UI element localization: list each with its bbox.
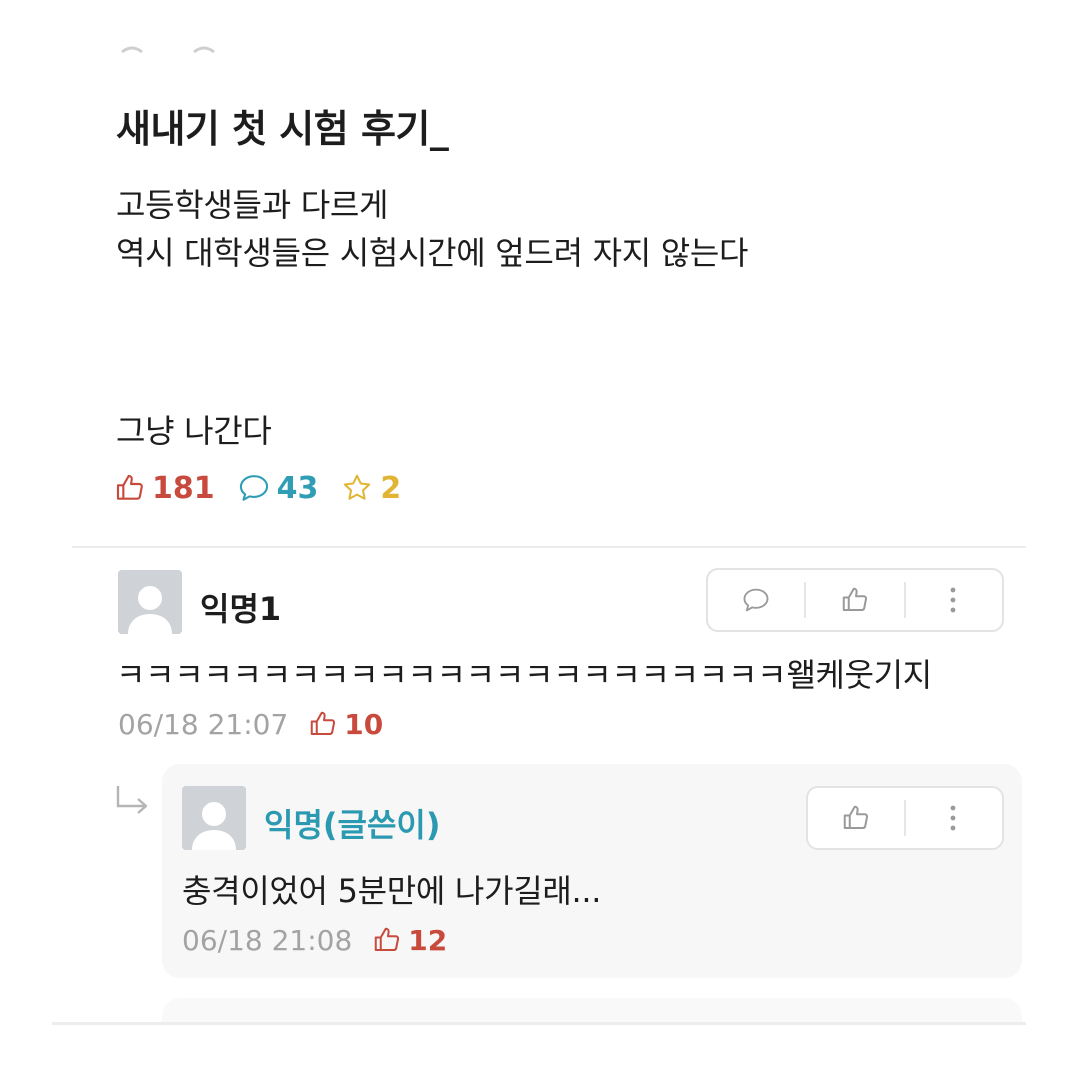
reply-button[interactable] [708,570,804,630]
reply-meta: 06/18 21:08 12 [182,920,447,960]
comment-actions [706,568,1004,632]
post-like-count: 181 [114,471,215,506]
reply-author: 익명(글쓴이) [264,806,441,844]
post-title: 새내기 첫 시험 후기_ [116,107,449,151]
reply-like-count: 12 [372,924,447,957]
thumbs-up-icon [375,927,400,951]
post-scrap-count: 2 [340,471,401,506]
comment-meta: 06/18 21:07 10 [118,704,383,744]
thumbs-up-icon [311,711,336,735]
default-avatar-icon [182,786,246,850]
post-stats: 181 43 2 [114,468,423,508]
comment-author: 익명1 [200,590,282,628]
speech-bubble-icon [743,588,769,612]
thumbs-up-icon [843,805,869,829]
reply-text: 충격이었어 5분만에 나가길래... [182,872,602,910]
thumbs-up-icon [116,474,143,500]
more-options-button[interactable] [906,788,1000,848]
comment-like-count: 10 [308,708,383,741]
more-vertical-icon [950,805,956,831]
star-icon [344,474,371,500]
post-scrap-number: 2 [380,470,402,506]
comment-time: 06/18 21:07 [118,707,289,741]
like-comment-button[interactable] [806,570,904,630]
cropped-header-remnant [121,46,215,54]
avatar [118,570,182,634]
reply-arrow-icon [116,786,148,814]
comment-like-number: 10 [344,707,384,741]
post-like-number: 181 [152,470,215,506]
comment-text: ㅋㅋㅋㅋㅋㅋㅋㅋㅋㅋㅋㅋㅋㅋㅋㅋㅋㅋㅋㅋㅋㅋㅋ왤케웃기지 [116,656,932,694]
post-comment-count: 43 [237,470,319,506]
post-divider [72,546,1026,548]
avatar [182,786,246,850]
speech-bubble-icon [239,475,268,501]
default-avatar-icon [118,570,182,634]
bottom-divider [52,1022,1026,1025]
more-options-button[interactable] [906,570,1000,630]
reply-actions [806,786,1004,850]
post-body-line-3: 그냥 나간다 [116,412,272,450]
thumbs-up-icon [842,587,868,611]
reply-time: 06/18 21:08 [182,923,353,957]
post-body-line-1: 고등학생들과 다르게 [116,186,389,224]
more-vertical-icon [950,587,956,613]
like-reply-button[interactable] [808,788,904,848]
post-comment-number: 43 [276,470,319,506]
reply-like-number: 12 [408,923,448,957]
next-reply-container-partial [162,998,1022,1022]
post-body-line-2: 역시 대학생들은 시험시간에 엎드려 자지 않는다 [116,234,749,272]
